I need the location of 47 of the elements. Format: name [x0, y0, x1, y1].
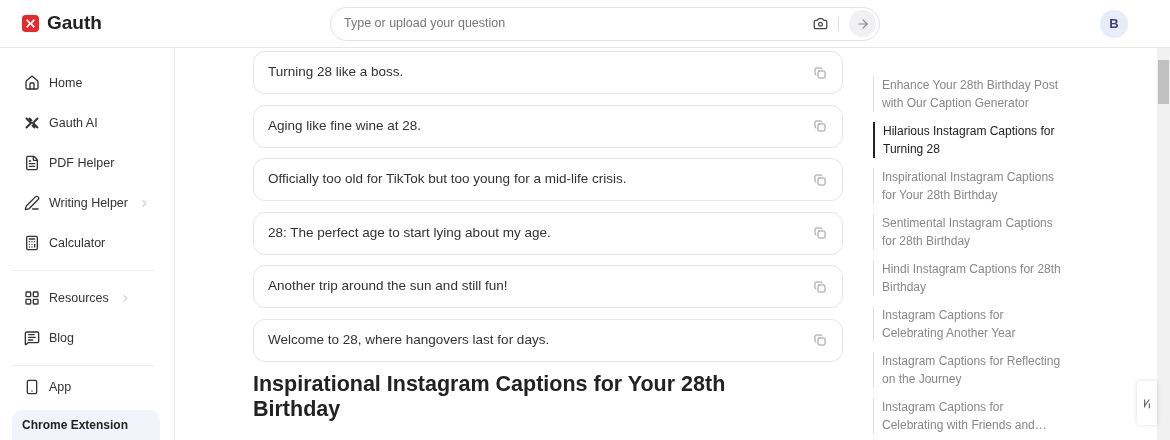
sidebar-item[interactable]: PDF Helper — [12, 143, 154, 183]
toc-link[interactable]: Instagram Captions for Celebrating Another Year — [873, 306, 1068, 342]
logo-icon — [24, 115, 40, 131]
phone-icon — [24, 379, 40, 395]
grid-icon — [24, 290, 40, 306]
arrow-icon — [855, 16, 870, 31]
caption-text: Officially too old for TikTok but too young for a mid-life crisis. — [268, 170, 628, 189]
logo-icon — [22, 15, 39, 32]
toc-link[interactable]: Instagram Captions for Reflecting on the Journey — [873, 352, 1068, 388]
search-field[interactable]: Type or upload your question — [344, 14, 813, 33]
toc-link[interactable]: Enhance Your 28th Birthday Post with Our Caption Generator — [873, 76, 1068, 112]
toc-link[interactable]: Hilarious Instagram Captions for Turning 28 — [873, 122, 1068, 158]
submit-button[interactable] — [849, 10, 876, 37]
copy-icon[interactable] — [814, 334, 826, 346]
chrome-extension-banner[interactable]: Chrome Extension — [12, 410, 160, 440]
logo-text: Gauth — [47, 11, 102, 36]
caption-text: Welcome to 28, where hangovers last for days. — [268, 330, 551, 349]
toc-link[interactable]: Instagram Captions for Celebrating with Friends and… — [873, 398, 1068, 434]
sidebar-item[interactable]: Gauth AI — [12, 103, 154, 143]
copy-icon[interactable] — [814, 173, 826, 186]
sidebar-item[interactable]: Blog — [12, 318, 154, 358]
caption-text: Turning 28 like a boss. — [268, 63, 405, 82]
calculator-icon — [24, 235, 40, 251]
copy-icon[interactable] — [814, 280, 826, 293]
camera-icon[interactable] — [813, 16, 828, 31]
document-icon — [24, 155, 40, 171]
pen-icon — [24, 195, 40, 211]
section-heading: Inspirational Instagram Captions for Your 28th Birthday — [253, 372, 727, 422]
toc-link[interactable]: Sentimental Instagram Captions for 28th Birthday — [873, 214, 1068, 250]
sidebar-item[interactable]: Home — [12, 63, 154, 103]
sidebar-item[interactable]: Calculator — [12, 223, 154, 263]
home-icon — [24, 75, 40, 91]
toc-link[interactable]: Inspirational Instagram Captions for Your 28th Birthday — [873, 168, 1068, 204]
caption-text: 28: The perfect age to start lying about my age. — [268, 223, 552, 242]
toc-link[interactable]: Hindi Instagram Captions for 28th Birthday — [873, 260, 1068, 296]
sidebar-item[interactable]: App — [12, 373, 154, 401]
caption-text: Aging like fine wine at 28. — [268, 116, 423, 135]
caption-text: Another trip around the sun and still fun! — [268, 277, 509, 296]
copy-icon[interactable] — [814, 66, 826, 79]
copy-icon[interactable] — [814, 120, 826, 132]
blog-icon — [24, 330, 40, 346]
sidebar-item[interactable]: Writing Helper — [12, 183, 154, 223]
copy-icon[interactable] — [814, 227, 826, 239]
scrollbar[interactable] — [1157, 48, 1170, 440]
sidebar-item[interactable]: Resources — [12, 278, 154, 318]
floating-tab[interactable] — [1137, 381, 1157, 425]
avatar[interactable]: B — [1100, 9, 1128, 38]
